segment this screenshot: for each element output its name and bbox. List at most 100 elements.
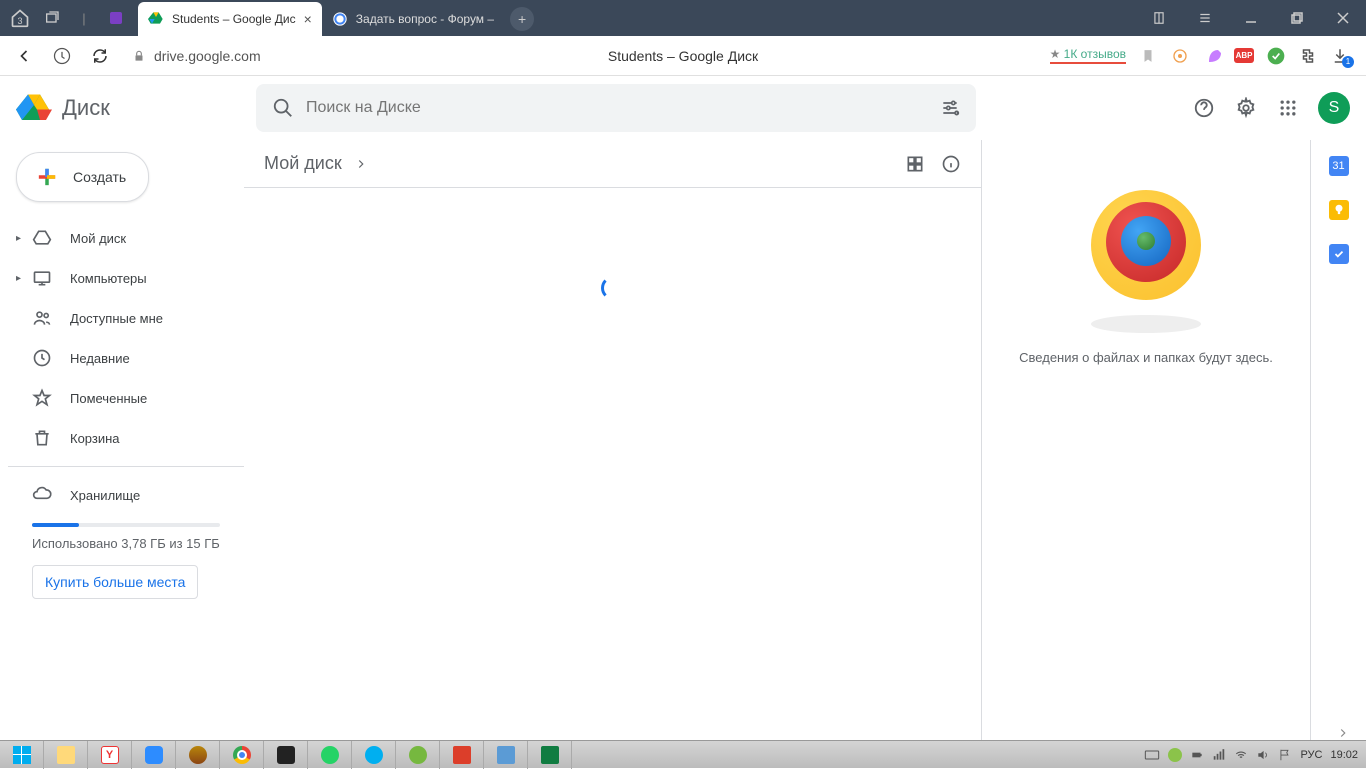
storage-text: Использовано 3,78 ГБ из 15 ГБ: [32, 535, 220, 553]
info-icon[interactable]: [941, 154, 961, 174]
task-zoom[interactable]: [132, 741, 176, 769]
feather-ext-icon[interactable]: [1202, 46, 1222, 66]
tray-security-icon[interactable]: [1168, 748, 1182, 762]
task-utorrent[interactable]: [396, 741, 440, 769]
tray-wifi-icon[interactable]: [1234, 748, 1248, 762]
tray-network-icon[interactable]: [1212, 748, 1226, 762]
computers-icon: [32, 268, 52, 288]
apps-grid-icon[interactable]: [1276, 96, 1300, 120]
search-input[interactable]: [306, 99, 928, 117]
yandex-button[interactable]: [46, 40, 78, 72]
nav-label: Недавние: [70, 351, 130, 366]
downloads-icon[interactable]: 1: [1330, 46, 1350, 66]
details-illustration: [1076, 180, 1216, 320]
minimize-button[interactable]: [1228, 0, 1274, 36]
task-skype[interactable]: [352, 741, 396, 769]
nav-label: Помеченные: [70, 391, 147, 406]
sidebar-item-storage[interactable]: Хранилище: [8, 475, 244, 515]
tray-battery-icon[interactable]: [1190, 748, 1204, 762]
tab-title: Задать вопрос - Форум –: [356, 12, 494, 26]
tab-title: Students – Google Дис: [172, 12, 296, 26]
search-box[interactable]: [256, 84, 976, 132]
buy-storage-button[interactable]: Купить больше места: [32, 565, 198, 599]
extension-indicator[interactable]: [102, 4, 130, 32]
nav-label: Мой диск: [70, 231, 126, 246]
check-ext-icon[interactable]: [1266, 46, 1286, 66]
task-app2[interactable]: [264, 741, 308, 769]
main-content: Мой диск: [244, 140, 982, 740]
tab-drive[interactable]: Students – Google Дис ×: [138, 2, 322, 36]
create-button[interactable]: Создать: [16, 152, 149, 202]
bookmark-icon[interactable]: [1138, 46, 1158, 66]
task-explorer[interactable]: [44, 741, 88, 769]
details-empty-text: Сведения о файлах и папках будут здесь.: [999, 350, 1293, 365]
task-chrome[interactable]: [220, 741, 264, 769]
tray-overflow-chevron[interactable]: [1336, 726, 1350, 740]
reviews-badge[interactable]: ★ 1К отзывов: [1050, 47, 1126, 64]
sidebar-item-computers[interactable]: Компьютеры: [8, 258, 244, 298]
drive-favicon: [148, 11, 164, 27]
keep-rail-icon[interactable]: [1329, 200, 1349, 220]
recent-icon: [32, 348, 52, 368]
breadcrumb[interactable]: Мой диск: [264, 153, 368, 174]
sidebar-item-mydrive[interactable]: Мой диск: [8, 218, 244, 258]
task-yandex[interactable]: Y: [88, 741, 132, 769]
drive-logo[interactable]: Диск: [16, 90, 244, 126]
sidebar-item-recent[interactable]: Недавние: [8, 338, 244, 378]
task-app3[interactable]: [484, 741, 528, 769]
search-options-icon[interactable]: [940, 98, 960, 118]
menu-button[interactable]: [1182, 0, 1228, 36]
loading-spinner: [601, 276, 625, 300]
nav-label: Корзина: [70, 431, 120, 446]
back-button[interactable]: [8, 40, 40, 72]
drive-logo-icon: [16, 90, 52, 126]
tray-keyboard-icon[interactable]: [1144, 749, 1160, 761]
home-button[interactable]: 3: [6, 4, 34, 32]
tasks-rail-icon[interactable]: [1329, 244, 1349, 264]
close-tab-icon[interactable]: ×: [304, 11, 312, 27]
new-tab-button[interactable]: +: [510, 7, 534, 31]
loading-area: [244, 188, 981, 388]
task-excel[interactable]: [528, 741, 572, 769]
plus-icon: [33, 163, 61, 191]
star-icon: [32, 388, 52, 408]
task-app1[interactable]: [176, 741, 220, 769]
home-badge: 3: [17, 16, 22, 26]
close-window-button[interactable]: [1320, 0, 1366, 36]
sidebar-item-starred[interactable]: Помеченные: [8, 378, 244, 418]
reload-button[interactable]: [84, 40, 116, 72]
calendar-rail-icon[interactable]: 31: [1329, 156, 1349, 176]
sidebar-item-shared[interactable]: Доступные мне: [8, 298, 244, 338]
maximize-button[interactable]: [1274, 0, 1320, 36]
reader-mode-icon[interactable]: [1136, 0, 1182, 36]
abp-ext-icon[interactable]: ABP: [1234, 46, 1254, 66]
shield-ext-icon[interactable]: [1170, 46, 1190, 66]
extensions-icon[interactable]: [1298, 46, 1318, 66]
lock-icon: [132, 49, 146, 63]
tray-language[interactable]: РУС: [1300, 749, 1322, 761]
breadcrumb-current: Мой диск: [264, 153, 342, 174]
tray-flag-icon[interactable]: [1278, 748, 1292, 762]
browser-titlebar: 3 | Students – Google Дис × Задать вопро…: [0, 0, 1366, 36]
tray-volume-icon[interactable]: [1256, 748, 1270, 762]
help-icon[interactable]: [1192, 96, 1216, 120]
task-whatsapp[interactable]: [308, 741, 352, 769]
new-window-button[interactable]: [38, 4, 66, 32]
nav-label: Доступные мне: [70, 311, 163, 326]
page-title: Students – Google Диск: [608, 48, 758, 64]
drive-header: Диск S: [0, 76, 1366, 140]
start-button[interactable]: [0, 741, 44, 769]
system-tray: РУС 19:02: [1144, 748, 1366, 762]
settings-icon[interactable]: [1234, 96, 1258, 120]
breadcrumb-bar: Мой диск: [244, 140, 981, 188]
tray-clock[interactable]: 19:02: [1330, 749, 1358, 761]
grid-view-icon[interactable]: [905, 154, 925, 174]
tab-forum[interactable]: Задать вопрос - Форум –: [322, 2, 504, 36]
account-avatar[interactable]: S: [1318, 92, 1350, 124]
task-pdf[interactable]: [440, 741, 484, 769]
sidebar: Создать Мой диск Компьютеры Доступные мн…: [0, 140, 244, 740]
url-field[interactable]: drive.google.com: [122, 48, 1044, 64]
storage-progress: [32, 523, 220, 527]
trash-icon: [32, 428, 52, 448]
sidebar-item-trash[interactable]: Корзина: [8, 418, 244, 458]
